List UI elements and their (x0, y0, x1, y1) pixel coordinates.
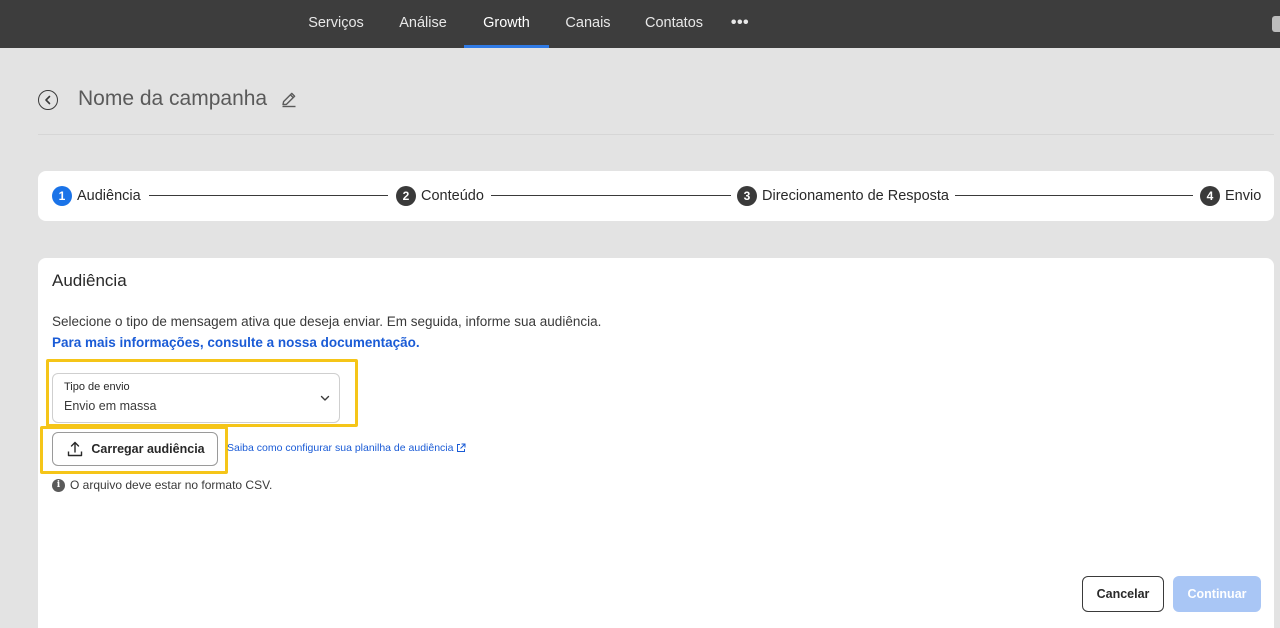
nav-item-analise[interactable]: Análise (392, 0, 454, 48)
info-text: O arquivo deve estar no formato CSV. (70, 478, 273, 492)
spreadsheet-help-link[interactable]: Saiba como configurar sua planilha de au… (227, 442, 466, 454)
arrow-left-icon (45, 95, 51, 105)
section-title: Audiência (52, 271, 127, 290)
step-envio[interactable]: 4 Envio (1200, 186, 1261, 206)
nav-item-growth[interactable]: Growth (464, 0, 549, 48)
help-link-text: Saiba como configurar sua planilha de au… (227, 442, 454, 454)
step-direcionamento[interactable]: 3 Direcionamento de Resposta (737, 186, 949, 206)
step-label: Direcionamento de Resposta (762, 188, 949, 204)
step-connector (491, 195, 731, 196)
send-type-value: Envio em massa (64, 399, 157, 413)
info-icon: i (52, 478, 65, 492)
nav-item-servicos[interactable]: Serviços (302, 0, 370, 48)
step-connector (149, 195, 388, 196)
audience-card: Audiência Selecione o tipo de mensagem a… (38, 258, 1274, 628)
step-conteudo[interactable]: 2 Conteúdo (396, 186, 484, 206)
pencil-icon[interactable] (280, 90, 298, 108)
chevron-down-icon (320, 395, 330, 401)
campaign-name-title: Nome da campanha (78, 87, 268, 110)
back-button[interactable] (38, 90, 58, 110)
top-nav-bar: Serviços Análise Growth Canais Contatos … (0, 0, 1280, 48)
cancel-button[interactable]: Cancelar (1082, 576, 1164, 612)
progress-stepper: 1 Audiência 2 Conteúdo 3 Direcionamento … (38, 171, 1274, 221)
step-label: Audiência (77, 188, 141, 204)
step-connector (955, 195, 1193, 196)
upload-audience-button[interactable]: Carregar audiência (52, 432, 218, 466)
upload-icon (68, 441, 83, 457)
step-number: 4 (1200, 186, 1220, 206)
upload-button-label: Carregar audiência (91, 442, 205, 456)
nav-item-canais[interactable]: Canais (560, 0, 616, 48)
section-description: Selecione o tipo de mensagem ativa que d… (52, 314, 602, 329)
file-format-info: i O arquivo deve estar no formato CSV. (52, 478, 272, 492)
step-audiencia[interactable]: 1 Audiência (52, 186, 141, 206)
step-label: Envio (1225, 188, 1262, 204)
step-number: 2 (396, 186, 416, 206)
header-divider (38, 134, 1274, 135)
extension-icon[interactable] (1272, 16, 1280, 32)
step-number: 3 (737, 186, 757, 206)
documentation-link[interactable]: Para mais informações, consulte a nossa … (52, 335, 420, 350)
nav-more-button[interactable]: ••• (726, 0, 754, 48)
external-link-icon (457, 443, 466, 452)
step-number: 1 (52, 186, 72, 206)
send-type-select[interactable]: Tipo de envio Envio em massa (52, 373, 340, 423)
nav-item-contatos[interactable]: Contatos (638, 0, 710, 48)
send-type-label: Tipo de envio (64, 381, 130, 393)
continue-button[interactable]: Continuar (1173, 576, 1261, 612)
step-label: Conteúdo (421, 188, 484, 204)
